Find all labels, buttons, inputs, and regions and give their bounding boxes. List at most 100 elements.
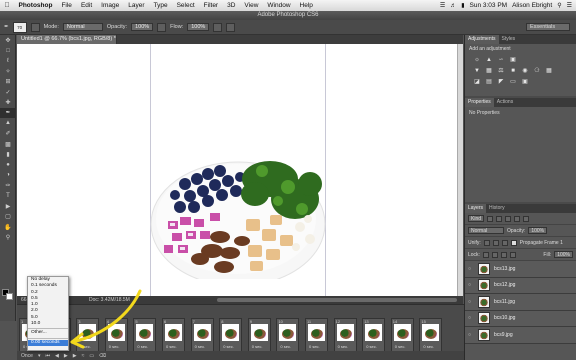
workspace-select[interactable]: Essentials — [526, 23, 570, 31]
visibility-icon[interactable]: ○ — [468, 266, 474, 272]
pen-tool-icon[interactable]: ✑ — [0, 180, 16, 190]
timeline-frame[interactable]: 80 sec. — [219, 318, 243, 352]
volume-icon[interactable]: ♬ — [450, 3, 456, 9]
delay-option[interactable]: 10.0 — [28, 321, 68, 327]
bw-icon[interactable]: ■ — [509, 67, 517, 74]
prev-frame-icon[interactable]: ◀ — [55, 353, 59, 359]
visibility-icon[interactable]: ○ — [468, 332, 474, 338]
type-tool-icon[interactable]: T — [0, 191, 16, 201]
marquee-tool-icon[interactable]: □ — [0, 45, 16, 55]
quick-select-tool-icon[interactable]: ✧ — [0, 66, 16, 76]
layer-blend-mode[interactable]: Normal — [468, 227, 504, 234]
posterize-icon[interactable]: ▤ — [485, 78, 493, 85]
wifi-icon[interactable]: ☰ — [440, 2, 445, 9]
brush-tool-icon[interactable]: ✒ — [0, 107, 16, 119]
timeline-frame[interactable]: 30 sec. — [76, 318, 100, 352]
next-frame-icon[interactable]: ▶ — [73, 353, 77, 359]
layer-opacity-field[interactable]: 100% — [528, 227, 548, 234]
lasso-tool-icon[interactable]: ℓ — [0, 56, 16, 66]
filter-pixel-icon[interactable] — [487, 215, 494, 222]
layer-row[interactable]: ○ bcs10.jpg — [465, 310, 576, 327]
first-frame-icon[interactable]: ⏮ — [45, 353, 50, 359]
tab-layers[interactable]: Layers — [465, 204, 487, 213]
menu-image[interactable]: Image — [97, 2, 124, 9]
zoom-tool-icon[interactable]: ⚲ — [0, 232, 16, 242]
frame-delay[interactable]: 0 sec. — [137, 344, 148, 349]
filter-type-icon[interactable] — [505, 215, 512, 222]
play-icon[interactable]: ▶ — [64, 353, 68, 359]
color-lookup-icon[interactable]: ▦ — [545, 67, 553, 74]
frame-delay[interactable]: 0 sec. — [166, 344, 177, 349]
menu-edit[interactable]: Edit — [76, 2, 96, 9]
spotlight-icon[interactable]: ⚲ — [557, 2, 561, 9]
layer-row[interactable]: ○ bcs13.jpg — [465, 261, 576, 278]
timeline-frame[interactable]: 14 0 sec. — [390, 318, 414, 352]
menu-file[interactable]: File — [57, 2, 76, 9]
timeline-frame[interactable]: 90 sec. — [247, 318, 271, 352]
delay-selected-option[interactable]: 0.00 seconds — [28, 339, 68, 346]
channel-mixer-icon[interactable]: ⚆ — [533, 67, 541, 74]
unify-visibility-icon[interactable] — [492, 239, 499, 246]
blur-tool-icon[interactable]: ● — [0, 160, 16, 170]
frame-delay[interactable]: 0 sec. — [223, 344, 234, 349]
brightness-icon[interactable]: ☼ — [473, 56, 481, 63]
frame-delay[interactable]: 0 sec. — [280, 344, 291, 349]
flow-field[interactable]: 100% — [187, 23, 210, 31]
tab-history[interactable]: History — [486, 204, 508, 213]
shape-tool-icon[interactable]: ▢ — [0, 212, 16, 222]
dodge-tool-icon[interactable]: ◑ — [0, 170, 16, 180]
hue-icon[interactable]: ▦ — [485, 67, 493, 74]
brush-size-picker[interactable]: 70 — [12, 21, 27, 33]
pressure-size-toggle[interactable] — [226, 22, 236, 32]
duplicate-frame-icon[interactable]: ▭ — [89, 353, 94, 359]
visibility-icon[interactable]: ○ — [468, 282, 474, 288]
propagate-checkbox[interactable] — [510, 239, 517, 246]
filter-adjustment-icon[interactable] — [496, 215, 503, 222]
canvas-horizontal-scrollbar[interactable] — [217, 298, 457, 302]
threshold-icon[interactable]: ◤ — [497, 78, 505, 85]
frame-delay[interactable]: 0 sec. — [195, 344, 206, 349]
lock-all-icon[interactable] — [509, 251, 516, 258]
menu-window[interactable]: Window — [263, 2, 295, 9]
delete-frame-icon[interactable]: ⌫ — [99, 353, 106, 359]
frame-delay[interactable]: 0 sec. — [338, 344, 349, 349]
invert-icon[interactable]: ◪ — [473, 78, 481, 85]
document-tab[interactable]: Untitled1 @ 66.7% (bcs1.jpg, RGB/8) * — [17, 35, 117, 44]
menu-view[interactable]: View — [240, 2, 263, 9]
canvas-vertical-scrollbar[interactable] — [457, 44, 463, 296]
apple-icon[interactable]:  — [0, 2, 14, 9]
levels-icon[interactable]: ▲ — [485, 56, 493, 63]
layer-row[interactable]: ○ bcs11.jpg — [465, 294, 576, 311]
menu-3d[interactable]: 3D — [223, 2, 240, 9]
photo-filter-icon[interactable]: ◉ — [521, 67, 529, 74]
eraser-tool-icon[interactable]: ▩ — [0, 139, 16, 149]
gradient-tool-icon[interactable]: ▮ — [0, 149, 16, 159]
delay-other-option[interactable]: Other... — [28, 330, 68, 336]
loop-select[interactable]: Once — [21, 353, 33, 359]
menu-select[interactable]: Select — [172, 2, 199, 9]
selective-color-icon[interactable]: ▣ — [521, 78, 529, 85]
chevron-down-icon[interactable]: ▾ — [38, 353, 41, 359]
timeline-frame[interactable]: 11 0 sec. — [305, 318, 328, 352]
hand-tool-icon[interactable]: ✋ — [0, 222, 16, 232]
visibility-icon[interactable]: ○ — [468, 315, 474, 321]
brush-panel-toggle[interactable] — [30, 22, 40, 32]
document-canvas[interactable] — [17, 44, 463, 296]
layer-filter-kind[interactable]: Kind — [468, 215, 485, 222]
pressure-opacity-toggle[interactable] — [157, 22, 167, 32]
exposure-icon[interactable]: ▣ — [509, 56, 517, 63]
tab-actions[interactable]: Actions — [494, 98, 516, 107]
mode-select[interactable]: Normal — [62, 23, 103, 31]
healing-tool-icon[interactable]: ✚ — [0, 97, 16, 107]
path-select-tool-icon[interactable]: ▶ — [0, 201, 16, 211]
frame-delay[interactable]: 0 sec. — [252, 344, 263, 349]
timeline-frame[interactable]: 60 sec. — [162, 318, 185, 352]
frame-delay[interactable]: 0 sec. — [395, 344, 406, 349]
timeline-frame[interactable]: 12 0 sec. — [333, 318, 357, 352]
timeline-frame[interactable]: 40 sec. — [104, 318, 128, 352]
timeline-frame[interactable]: 15 0 sec. — [419, 318, 443, 352]
lock-image-icon[interactable] — [491, 251, 498, 258]
frame-delay[interactable]: 0 sec. — [109, 344, 120, 349]
menu-type[interactable]: Type — [149, 2, 172, 9]
move-tool-icon[interactable]: ✥ — [0, 35, 16, 45]
